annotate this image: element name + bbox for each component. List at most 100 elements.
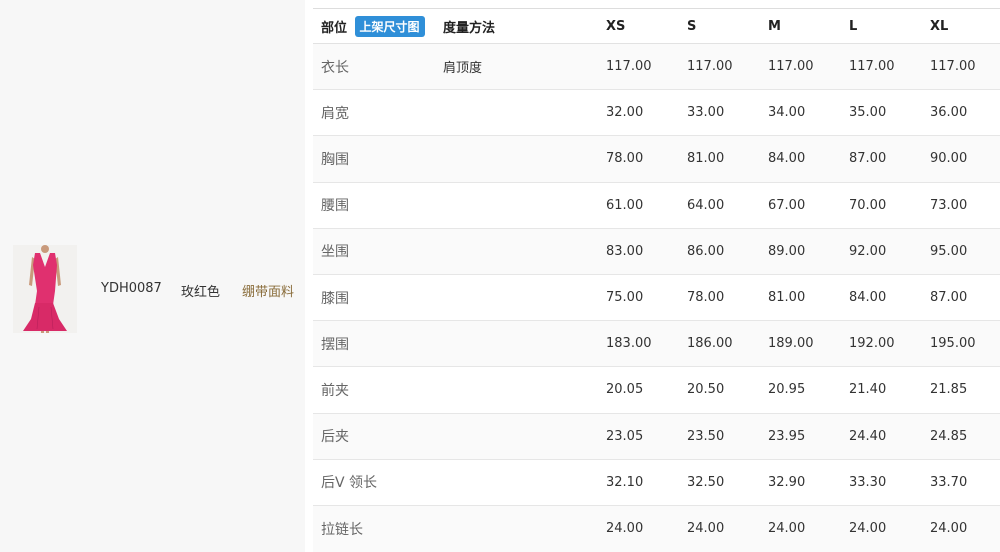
product-fabric: 绷带面料 — [242, 285, 295, 300]
header-size-s: S — [687, 8, 768, 44]
cell-l: 21.40 — [849, 366, 930, 413]
cell-s: 20.50 — [687, 366, 768, 413]
cell-l: 70.00 — [849, 182, 930, 229]
row-method — [443, 459, 606, 506]
header-part: 部位 上架尺寸图 — [313, 8, 443, 44]
dress-icon — [13, 245, 77, 333]
table-row: 衣长 肩顶度 117.00 117.00 117.00 117.00 117.0… — [313, 43, 1000, 90]
cell-xl: 117.00 — [930, 43, 1000, 90]
cell-xs: 23.05 — [606, 413, 687, 460]
table-row: 摆围 183.00 186.00 189.00 192.00 195.00 — [313, 320, 1000, 367]
header-size-l: L — [849, 8, 930, 44]
row-part: 膝围 — [313, 274, 443, 321]
cell-xs: 183.00 — [606, 320, 687, 367]
row-part: 摆围 — [313, 320, 443, 367]
cell-s: 86.00 — [687, 228, 768, 275]
table-row: 拉链长 24.00 24.00 24.00 24.00 24.00 — [313, 505, 1000, 552]
cell-xl: 21.85 — [930, 366, 1000, 413]
cell-xl: 24.00 — [930, 505, 1000, 552]
cell-l: 84.00 — [849, 274, 930, 321]
cell-m: 23.95 — [768, 413, 849, 460]
row-method — [443, 505, 606, 552]
cell-s: 32.50 — [687, 459, 768, 506]
cell-l: 192.00 — [849, 320, 930, 367]
cell-xl: 87.00 — [930, 274, 1000, 321]
row-part: 拉链长 — [313, 505, 443, 552]
product-image[interactable] — [13, 245, 77, 333]
cell-xs: 61.00 — [606, 182, 687, 229]
cell-l: 33.30 — [849, 459, 930, 506]
table-row: 腰围 61.00 64.00 67.00 70.00 73.00 — [313, 182, 1000, 229]
header-method: 度量方法 — [443, 8, 606, 44]
size-chart-button[interactable]: 上架尺寸图 — [354, 15, 425, 37]
row-part: 肩宽 — [313, 89, 443, 136]
cell-l: 117.00 — [849, 43, 930, 90]
row-method: 肩顶度 — [443, 43, 606, 90]
row-part: 坐围 — [313, 228, 443, 275]
cell-xs: 32.00 — [606, 89, 687, 136]
cell-xs: 75.00 — [606, 274, 687, 321]
cell-xl: 90.00 — [930, 135, 1000, 183]
header-size-xl: XL — [930, 8, 1000, 44]
cell-l: 35.00 — [849, 89, 930, 136]
size-chart-table: 部位 上架尺寸图 度量方法 XS S M L XL 衣长 肩顶度 117.00 … — [313, 8, 1000, 552]
row-method — [443, 274, 606, 321]
row-method — [443, 89, 606, 136]
cell-m: 117.00 — [768, 43, 849, 90]
table-row: 肩宽 32.00 33.00 34.00 35.00 36.00 — [313, 89, 1000, 136]
row-part: 衣长 — [313, 43, 443, 90]
row-method — [443, 366, 606, 413]
table-row: 后V 领长 32.10 32.50 32.90 33.30 33.70 — [313, 459, 1000, 506]
product-color: 玫红色 — [181, 285, 221, 300]
cell-s: 23.50 — [687, 413, 768, 460]
cell-s: 33.00 — [687, 89, 768, 136]
row-part: 前夹 — [313, 366, 443, 413]
cell-s: 186.00 — [687, 320, 768, 367]
cell-xl: 33.70 — [930, 459, 1000, 506]
product-info-panel: YDH0087 玫红色 绷带面料 — [0, 0, 305, 552]
cell-m: 84.00 — [768, 135, 849, 183]
cell-xl: 73.00 — [930, 182, 1000, 229]
row-part: 胸围 — [313, 135, 443, 183]
header-part-label: 部位 — [321, 20, 348, 36]
cell-xs: 20.05 — [606, 366, 687, 413]
cell-xs: 83.00 — [606, 228, 687, 275]
row-method — [443, 228, 606, 275]
cell-s: 117.00 — [687, 43, 768, 90]
cell-xs: 32.10 — [606, 459, 687, 506]
table-row: 坐围 83.00 86.00 89.00 92.00 95.00 — [313, 228, 1000, 275]
header-size-m: M — [768, 8, 849, 44]
table-row: 前夹 20.05 20.50 20.95 21.40 21.85 — [313, 366, 1000, 413]
table-row: 胸围 78.00 81.00 84.00 87.00 90.00 — [313, 135, 1000, 183]
header-size-xs: XS — [606, 8, 687, 44]
cell-m: 24.00 — [768, 505, 849, 552]
row-part: 后V 领长 — [313, 459, 443, 506]
cell-m: 20.95 — [768, 366, 849, 413]
table-header-row: 部位 上架尺寸图 度量方法 XS S M L XL — [313, 8, 1000, 44]
cell-l: 87.00 — [849, 135, 930, 183]
table-row: 后夹 23.05 23.50 23.95 24.40 24.85 — [313, 413, 1000, 460]
cell-m: 32.90 — [768, 459, 849, 506]
row-method — [443, 182, 606, 229]
cell-l: 92.00 — [849, 228, 930, 275]
cell-l: 24.00 — [849, 505, 930, 552]
cell-xl: 36.00 — [930, 89, 1000, 136]
row-method — [443, 135, 606, 183]
table-row: 膝围 75.00 78.00 81.00 84.00 87.00 — [313, 274, 1000, 321]
cell-l: 24.40 — [849, 413, 930, 460]
cell-m: 34.00 — [768, 89, 849, 136]
cell-xl: 24.85 — [930, 413, 1000, 460]
cell-m: 89.00 — [768, 228, 849, 275]
row-part: 后夹 — [313, 413, 443, 460]
cell-s: 81.00 — [687, 135, 768, 183]
cell-m: 67.00 — [768, 182, 849, 229]
cell-s: 78.00 — [687, 274, 768, 321]
row-method — [443, 413, 606, 460]
cell-xl: 95.00 — [930, 228, 1000, 275]
cell-m: 189.00 — [768, 320, 849, 367]
row-method — [443, 320, 606, 367]
cell-xs: 78.00 — [606, 135, 687, 183]
cell-s: 24.00 — [687, 505, 768, 552]
cell-xs: 24.00 — [606, 505, 687, 552]
cell-xl: 195.00 — [930, 320, 1000, 367]
